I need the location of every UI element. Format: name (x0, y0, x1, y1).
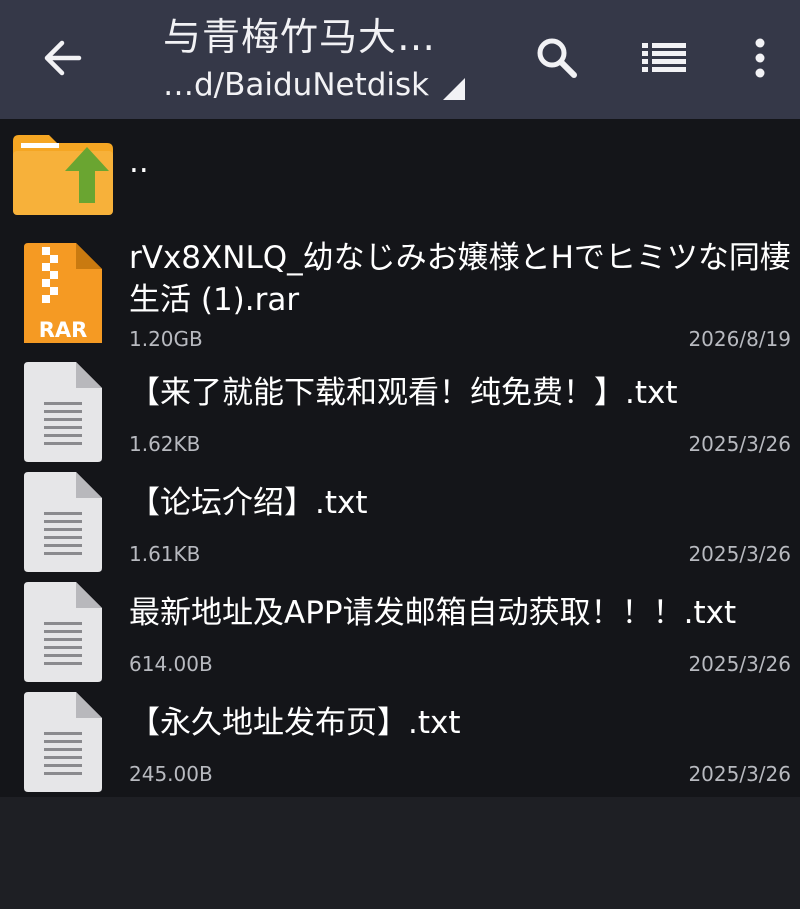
file-name: 最新地址及APP请发邮箱自动获取！！！.txt (129, 595, 737, 631)
file-row-txt[interactable]: 【来了就能下载和观看！纯免费！】.txt 1.62KB 2025/3/26 (0, 358, 800, 468)
text-file-icon (24, 582, 102, 682)
file-size: 245.00B (129, 762, 213, 786)
more-options-button[interactable] (730, 28, 790, 88)
file-size: 614.00B (129, 652, 213, 676)
text-file-icon (24, 362, 102, 462)
file-name: 【来了就能下载和观看！纯免费！】.txt (129, 375, 678, 411)
file-row-txt[interactable]: 【永久地址发布页】.txt 245.00B 2025/3/26 (0, 688, 800, 797)
title-area: 与青梅竹马大… …d/BaiduNetdisk (163, 12, 503, 106)
more-vertical-icon (755, 38, 765, 78)
search-icon (537, 38, 577, 78)
folder-path: …d/BaiduNetdisk (163, 67, 430, 103)
file-row-txt[interactable]: 【论坛介绍】.txt 1.61KB 2025/3/26 (0, 468, 800, 578)
folder-title: 与青梅竹马大… (163, 15, 437, 59)
file-name: rVx8XNLQ_幼なじみお嬢様とHでヒミツな同棲生活 (1).rar (129, 240, 791, 318)
text-file-icon (24, 472, 102, 572)
file-size: 1.61KB (129, 542, 201, 566)
file-row-txt[interactable]: 最新地址及APP请发邮箱自动获取！！！.txt 614.00B 2025/3/2… (0, 578, 800, 688)
app-toolbar: 与青梅竹马大… …d/BaiduNetdisk (0, 0, 800, 119)
file-date: 2025/3/26 (688, 762, 791, 786)
dropdown-triangle-icon (443, 78, 466, 100)
list-view-button[interactable] (634, 28, 694, 88)
file-row-rar[interactable]: RAR rVx8XNLQ_幼なじみお嬢様とHでヒミツな同棲生活 (1).rar … (0, 229, 800, 358)
file-name: 【永久地址发布页】.txt (129, 705, 461, 741)
file-date: 2026/8/19 (688, 327, 791, 351)
list-view-icon (642, 43, 686, 72)
empty-area (0, 797, 800, 909)
back-button[interactable] (30, 28, 94, 88)
path-selector[interactable]: …d/BaiduNetdisk (163, 64, 503, 106)
file-name: .. (129, 144, 149, 180)
rar-archive-icon: RAR (24, 243, 102, 343)
file-size: 1.62KB (129, 432, 201, 456)
search-button[interactable] (527, 28, 587, 88)
arrow-left-icon (44, 40, 82, 76)
file-list: .. RAR rVx8XNLQ_幼なじみお嬢様とHでヒミツな同棲生活 (1).r… (0, 119, 800, 797)
file-date: 2025/3/26 (688, 542, 791, 566)
file-size: 1.20GB (129, 327, 203, 351)
file-date: 2025/3/26 (688, 652, 791, 676)
file-date: 2025/3/26 (688, 432, 791, 456)
rar-icon-label: RAR (39, 318, 88, 342)
parent-folder-row[interactable]: .. (0, 119, 800, 229)
text-file-icon (24, 692, 102, 792)
folder-up-icon (13, 135, 113, 215)
file-name: 【论坛介绍】.txt (129, 485, 368, 521)
